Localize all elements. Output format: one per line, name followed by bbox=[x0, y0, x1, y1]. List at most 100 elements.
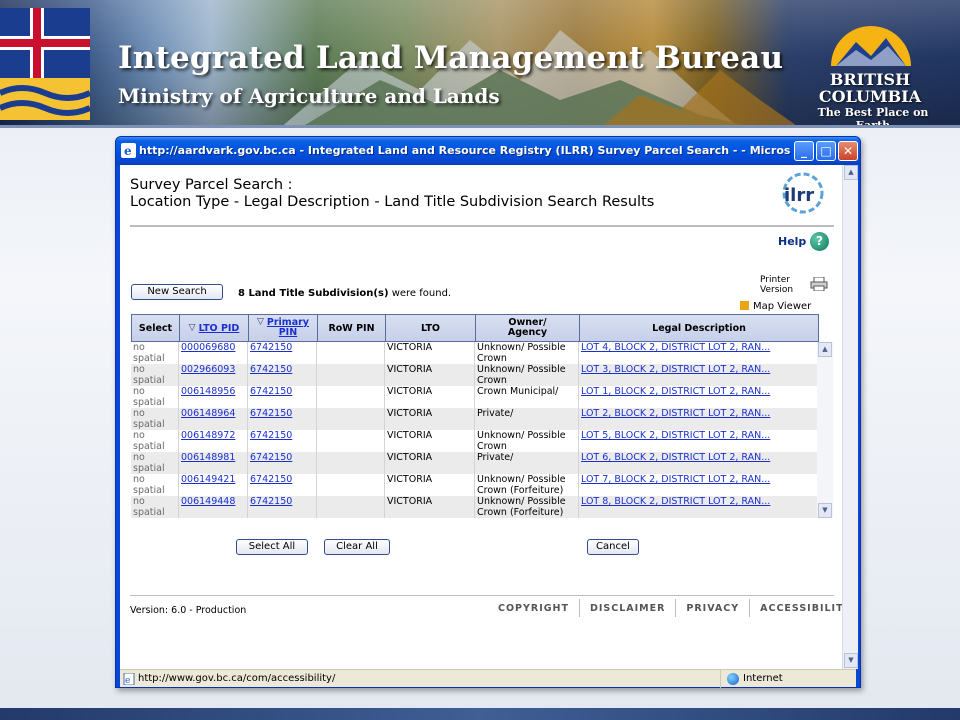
ie-icon: e bbox=[121, 143, 136, 158]
cell-select: no spatial bbox=[131, 342, 179, 364]
legal-link[interactable]: LOT 4, BLOCK 2, DISTRICT LOT 2, RAN... bbox=[581, 342, 770, 353]
ilrr-logo-icon: ilrr bbox=[782, 172, 824, 214]
table-row: no spatial 006149421 6742150 VICTORIA Unk… bbox=[131, 474, 817, 496]
legal-link[interactable]: LOT 8, BLOCK 2, DISTRICT LOT 2, RAN... bbox=[581, 496, 770, 507]
help-link[interactable]: Help bbox=[778, 235, 806, 248]
window-scrollbar[interactable]: ▲ ▼ bbox=[842, 165, 858, 669]
minimize-button[interactable]: _ bbox=[794, 141, 814, 161]
page-title-line-1: Survey Parcel Search : bbox=[130, 177, 293, 193]
legal-link[interactable]: LOT 1, BLOCK 2, DISTRICT LOT 2, RAN... bbox=[581, 386, 770, 397]
table-scrollbar[interactable]: ▲ ▼ bbox=[817, 342, 833, 518]
cell-owner: Private/ bbox=[475, 452, 579, 474]
printer-line-2: Version bbox=[760, 285, 794, 295]
printer-line-1: Printer bbox=[760, 275, 790, 285]
owner-line-2: Crown bbox=[477, 441, 507, 452]
cell-pin: 6742150 bbox=[248, 364, 317, 386]
legal-link[interactable]: LOT 3, BLOCK 2, DISTRICT LOT 2, RAN... bbox=[581, 364, 770, 375]
legal-link[interactable]: LOT 6, BLOCK 2, DISTRICT LOT 2, RAN... bbox=[581, 452, 770, 463]
scroll-up-icon[interactable]: ▲ bbox=[844, 165, 858, 180]
table-row: no spatial 006148964 6742150 VICTORIA Pri… bbox=[131, 408, 817, 430]
scroll-down-icon[interactable]: ▼ bbox=[818, 503, 832, 518]
pin-link[interactable]: 6742150 bbox=[250, 430, 292, 441]
select-all-button[interactable]: Select All bbox=[236, 539, 308, 555]
cell-lto: VICTORIA bbox=[385, 496, 475, 518]
window-titlebar[interactable]: e http://aardvark.gov.bc.ca - Integrated… bbox=[116, 137, 860, 165]
printer-version-link[interactable]: Printer Version bbox=[760, 275, 793, 295]
lto-pid-link[interactable]: 000069680 bbox=[181, 342, 235, 353]
security-zone: Internet bbox=[720, 670, 856, 688]
header-divider bbox=[130, 225, 834, 227]
pin-link[interactable]: 6742150 bbox=[250, 364, 292, 375]
pin-link[interactable]: 6742150 bbox=[250, 342, 292, 353]
select-line-2: spatial bbox=[133, 419, 165, 430]
select-line-2: spatial bbox=[133, 441, 165, 452]
printer-icon[interactable] bbox=[810, 277, 828, 291]
cell-lto: VICTORIA bbox=[385, 452, 475, 474]
footer-disclaimer-link[interactable]: DISCLAIMER bbox=[580, 599, 677, 617]
maximize-button[interactable]: □ bbox=[816, 141, 836, 161]
pin-link[interactable]: 6742150 bbox=[250, 386, 292, 397]
legal-link[interactable]: LOT 7, BLOCK 2, DISTRICT LOT 2, RAN... bbox=[581, 474, 770, 485]
owner-line-2: Crown (Forfeiture) bbox=[477, 507, 564, 518]
lto-pid-link[interactable]: 002966093 bbox=[181, 364, 235, 375]
cell-pin: 6742150 bbox=[248, 452, 317, 474]
cell-row-pin bbox=[317, 430, 385, 452]
owner-line-2: Crown (Forfeiture) bbox=[477, 485, 564, 496]
table-body: no spatial 000069680 6742150 VICTORIA Unk… bbox=[131, 342, 819, 518]
footer-privacy-link[interactable]: PRIVACY bbox=[676, 599, 751, 617]
help-icon[interactable]: ? bbox=[810, 232, 829, 251]
owner-line-1: Private/ bbox=[477, 452, 514, 463]
cell-lto: VICTORIA bbox=[385, 386, 475, 408]
cell-lto: VICTORIA bbox=[385, 430, 475, 452]
lto-pid-link[interactable]: 006148964 bbox=[181, 408, 235, 419]
legal-link[interactable]: LOT 2, BLOCK 2, DISTRICT LOT 2, RAN... bbox=[581, 408, 770, 419]
logo-line-2: COLUMBIA bbox=[818, 87, 922, 106]
page-title-line-2: Location Type - Legal Description - Land… bbox=[130, 194, 655, 210]
col-primary-pin[interactable]: ▽ Primary PIN bbox=[249, 315, 318, 341]
cancel-button[interactable]: Cancel bbox=[587, 539, 639, 555]
cell-lto-pid: 006148972 bbox=[179, 430, 248, 452]
scroll-down-icon[interactable]: ▼ bbox=[844, 653, 858, 668]
pin-link[interactable]: 6742150 bbox=[250, 474, 292, 485]
map-viewer-link[interactable]: Map Viewer bbox=[740, 301, 811, 312]
lto-pid-link[interactable]: 006148956 bbox=[181, 386, 235, 397]
cell-lto: VICTORIA bbox=[385, 364, 475, 386]
footer-copyright-link[interactable]: COPYRIGHT bbox=[488, 599, 580, 617]
cell-owner: Unknown/ Possible Crown bbox=[475, 430, 579, 452]
sun-logo-icon bbox=[831, 26, 911, 66]
site-banner: Integrated Land Management Bureau Minist… bbox=[0, 0, 960, 128]
page-title: Survey Parcel Search : Location Type - L… bbox=[130, 177, 654, 211]
owner-line-1: Unknown/ Possible bbox=[477, 496, 566, 507]
clear-all-button[interactable]: Clear All bbox=[324, 539, 390, 555]
col-lto-pid[interactable]: ▽ LTO PID bbox=[180, 315, 249, 341]
pin-link[interactable]: 6742150 bbox=[250, 408, 292, 419]
lto-pid-link[interactable]: 006148981 bbox=[181, 452, 235, 463]
flag-icon bbox=[0, 8, 90, 120]
cell-pin: 6742150 bbox=[248, 408, 317, 430]
table-row: no spatial 006148972 6742150 VICTORIA Unk… bbox=[131, 430, 817, 452]
new-search-button[interactable]: New Search bbox=[131, 284, 223, 300]
lto-pid-link[interactable]: 006149421 bbox=[181, 474, 235, 485]
primary-pin-sort-link[interactable]: Primary PIN bbox=[267, 318, 309, 338]
cell-legal: LOT 2, BLOCK 2, DISTRICT LOT 2, RAN... bbox=[579, 408, 817, 430]
pin-link[interactable]: 6742150 bbox=[250, 496, 292, 507]
owner-line-1: Private/ bbox=[477, 408, 514, 419]
cell-lto-pid: 006149421 bbox=[179, 474, 248, 496]
close-button[interactable]: ✕ bbox=[838, 141, 858, 161]
owner-line-2: Crown bbox=[477, 353, 507, 364]
lto-pid-sort-link[interactable]: LTO PID bbox=[199, 323, 240, 334]
cell-row-pin bbox=[317, 452, 385, 474]
scroll-up-icon[interactable]: ▲ bbox=[818, 342, 832, 357]
select-line-1: no bbox=[133, 474, 145, 485]
table-row: no spatial 002966093 6742150 VICTORIA Unk… bbox=[131, 364, 817, 386]
svg-text:e: e bbox=[125, 676, 130, 685]
legal-link[interactable]: LOT 5, BLOCK 2, DISTRICT LOT 2, RAN... bbox=[581, 430, 770, 441]
select-line-1: no bbox=[133, 386, 145, 397]
lto-pid-link[interactable]: 006149448 bbox=[181, 496, 235, 507]
lto-pid-link[interactable]: 006148972 bbox=[181, 430, 235, 441]
col-lto: LTO bbox=[386, 315, 476, 341]
primary-pin-line-2: PIN bbox=[278, 327, 298, 338]
pin-link[interactable]: 6742150 bbox=[250, 452, 292, 463]
browser-window: e http://aardvark.gov.bc.ca - Integrated… bbox=[115, 136, 861, 688]
bc-logo: BRITISH COLUMBIA The Best Place on Earth bbox=[800, 14, 950, 125]
